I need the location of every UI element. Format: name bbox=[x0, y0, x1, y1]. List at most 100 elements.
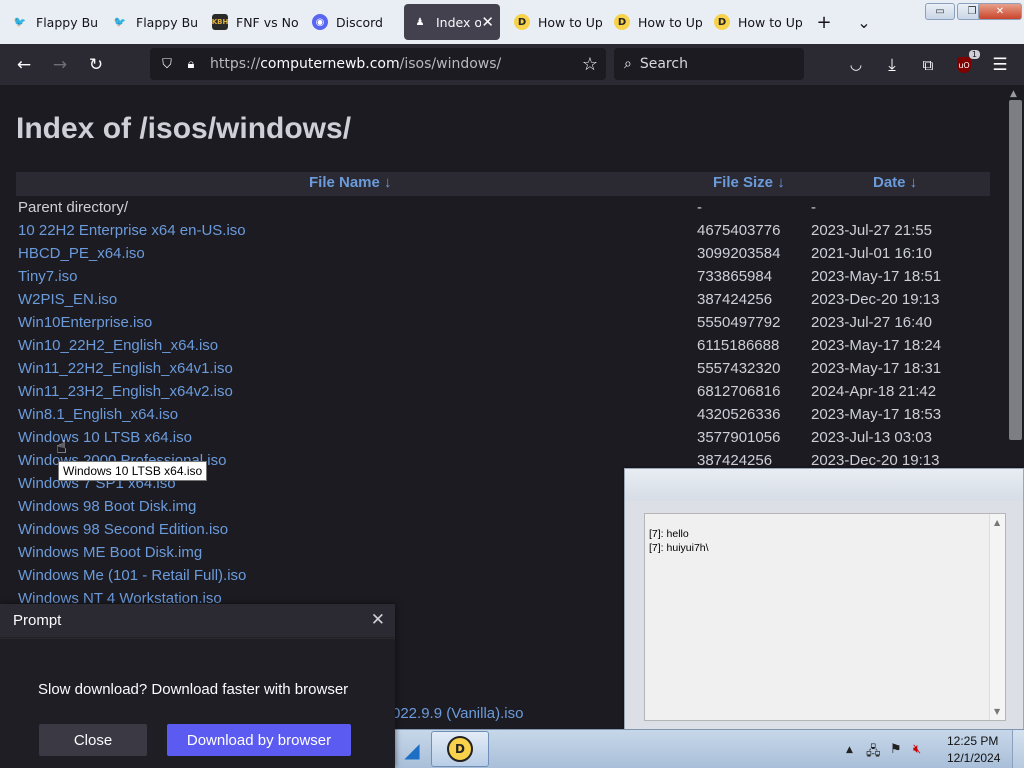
file-link[interactable]: Win10Enterprise.iso bbox=[18, 314, 152, 331]
ublock-extension-button[interactable]: uO 1 bbox=[951, 50, 980, 78]
tab-label: Discord bbox=[336, 14, 383, 30]
url-path: /isos/windows/ bbox=[399, 56, 502, 72]
file-link[interactable]: Win8.1_English_x64.iso bbox=[18, 406, 178, 423]
file-date: 2023-May-17 18:51 bbox=[811, 268, 942, 285]
url-text[interactable]: https://computernewb.com/isos/windows/ bbox=[210, 56, 501, 72]
link-tooltip: Windows 10 LTSB x64.iso bbox=[58, 461, 208, 481]
file-link[interactable]: Windows 98 Second Edition.iso bbox=[18, 521, 228, 538]
window-close-button[interactable]: ✕ bbox=[978, 3, 1022, 20]
scroll-up-icon[interactable]: ▲ bbox=[1010, 89, 1017, 99]
scroll-down-icon[interactable]: ▼ bbox=[994, 707, 1000, 716]
kbh-icon: KBH bbox=[212, 14, 228, 30]
console-window: [7]: hello [7]: huiyui7h\ ▲ ▼ bbox=[624, 468, 1024, 730]
console-titlebar[interactable] bbox=[625, 469, 1023, 501]
network-icon[interactable]: 🖧 bbox=[866, 742, 881, 764]
close-button[interactable]: Close bbox=[39, 724, 147, 756]
table-header: File Name ↓ File Size ↓ Date ↓ bbox=[16, 172, 990, 196]
download-by-browser-button[interactable]: Download by browser bbox=[167, 724, 351, 756]
file-link[interactable]: Win11_23H2_English_x64v2.iso bbox=[18, 383, 233, 400]
page-title: Index of /isos/windows/ bbox=[16, 112, 352, 145]
console-line: [7]: huiyui7h\ bbox=[649, 542, 709, 554]
new-tab-button[interactable]: + bbox=[812, 10, 836, 34]
tab-discord[interactable]: ◉ Discord bbox=[304, 4, 402, 40]
file-link[interactable]: HBCD_PE_x64.iso bbox=[18, 245, 145, 262]
file-size: 387424256 bbox=[697, 291, 773, 308]
extensions-icon[interactable]: ⧉ bbox=[915, 52, 941, 78]
downloads-icon[interactable]: ⤓ bbox=[879, 52, 905, 78]
file-link[interactable]: 10 22H2 Enterprise x64 en-US.iso bbox=[18, 222, 246, 239]
bookmark-star-icon[interactable]: ☆ bbox=[582, 54, 598, 75]
shield-icon[interactable]: ⛉ bbox=[156, 57, 178, 72]
file-link[interactable]: Windows 98 Boot Disk.img bbox=[18, 498, 196, 515]
tab-fnf[interactable]: KBH FNF vs No bbox=[204, 4, 302, 40]
clock-date[interactable]: 12/1/2024 bbox=[947, 751, 1000, 765]
taskbar-app-icon[interactable]: ◢ bbox=[395, 730, 429, 768]
flappy-icon: 🐦 bbox=[13, 16, 27, 28]
back-button[interactable]: ← bbox=[11, 52, 37, 78]
file-date: 2023-May-17 18:53 bbox=[811, 406, 942, 423]
menu-icon[interactable]: ☰ bbox=[987, 52, 1013, 78]
tab-flappy-2[interactable]: 🐦 Flappy Bu bbox=[104, 4, 202, 40]
scroll-thumb[interactable] bbox=[1009, 100, 1022, 440]
table-row: Windows 10 LTSB x64.iso 3577901056 2023-… bbox=[16, 426, 990, 449]
lock-icon[interactable]: 🔒︎ bbox=[180, 57, 202, 72]
console-scrollbar[interactable]: ▲ ▼ bbox=[989, 514, 1005, 720]
file-size: 6115186688 bbox=[697, 337, 780, 354]
file-link[interactable]: Windows Me (101 - Retail Full).iso bbox=[18, 567, 246, 584]
address-bar[interactable]: ⛉ 🔒︎ https://computernewb.com/isos/windo… bbox=[150, 48, 606, 80]
console-line: [7]: hello bbox=[649, 528, 689, 540]
file-size: 6812706816 bbox=[697, 383, 781, 400]
extension-badge: 1 bbox=[968, 50, 980, 59]
tray-expand-icon[interactable]: ▲ bbox=[846, 745, 853, 755]
list-tabs-button[interactable]: ⌄ bbox=[852, 10, 876, 34]
volume-muted-icon[interactable]: 🔇︎ bbox=[913, 742, 921, 757]
minimize-button[interactable]: ▭ bbox=[925, 3, 955, 20]
sort-date[interactable]: Date ↓ bbox=[873, 174, 917, 191]
file-link[interactable]: W2PIS_EN.iso bbox=[18, 291, 117, 308]
tab-howto-3[interactable]: D How to Up bbox=[706, 4, 802, 40]
forward-button[interactable]: → bbox=[47, 52, 73, 78]
close-icon[interactable]: ✕ bbox=[371, 610, 385, 630]
parent-directory-link[interactable]: Parent directory/ bbox=[18, 199, 128, 216]
file-link[interactable]: Windows 10 LTSB x64.iso bbox=[18, 429, 192, 446]
tab-label: How to Up bbox=[738, 14, 802, 30]
search-icon: ⌕ bbox=[624, 56, 632, 72]
sort-file-size[interactable]: File Size ↓ bbox=[713, 174, 785, 191]
file-size: 387424256 bbox=[697, 452, 773, 469]
file-size: 3577901056 bbox=[697, 429, 781, 446]
tab-howto-1[interactable]: D How to Up bbox=[506, 4, 602, 40]
search-input[interactable]: ⌕ Search bbox=[614, 48, 804, 80]
pocket-icon[interactable]: ◡ bbox=[843, 52, 869, 78]
tab-howto-2[interactable]: D How to Up bbox=[606, 4, 702, 40]
tab-index-active[interactable]: ♟ Index of ✕ bbox=[404, 4, 500, 40]
file-size: 5557432320 bbox=[697, 360, 781, 377]
close-tab-icon[interactable]: ✕ bbox=[481, 13, 494, 31]
reload-button[interactable]: ↻ bbox=[83, 52, 109, 78]
table-row: Win8.1_English_x64.iso 4320526336 2023-M… bbox=[16, 403, 990, 426]
flag-icon[interactable]: ⚑ bbox=[890, 742, 902, 757]
prompt-body: Slow download? Download faster with brow… bbox=[0, 639, 395, 768]
file-link[interactable]: 022.9.9 (Vanilla).iso bbox=[392, 705, 523, 722]
sort-file-name[interactable]: File Name ↓ bbox=[309, 174, 392, 191]
file-link[interactable]: Windows ME Boot Disk.img bbox=[18, 544, 202, 561]
prompt-message: Slow download? Download faster with brow… bbox=[38, 681, 349, 698]
file-date: 2024-Apr-18 21:42 bbox=[811, 383, 937, 400]
clock-time[interactable]: 12:25 PM bbox=[947, 734, 998, 748]
file-size: 4675403776 bbox=[697, 222, 781, 239]
tab-flappy-1[interactable]: 🐦 Flappy Bu bbox=[4, 4, 102, 40]
tab-label: FNF vs No bbox=[236, 14, 299, 30]
console-output[interactable]: [7]: hello [7]: huiyui7h\ ▲ ▼ bbox=[644, 513, 1006, 721]
hand-cursor-icon: ☝ bbox=[56, 437, 67, 458]
scroll-up-icon[interactable]: ▲ bbox=[994, 518, 1000, 527]
file-link[interactable]: Win11_22H2_English_x64v1.iso bbox=[18, 360, 233, 377]
flappy-icon: 🐦 bbox=[113, 16, 127, 28]
show-desktop-button[interactable] bbox=[1012, 730, 1024, 768]
file-link[interactable]: Tiny7.iso bbox=[18, 268, 77, 285]
file-link[interactable]: Win10_22H2_English_x64.iso bbox=[18, 337, 218, 354]
discord-icon: ◉ bbox=[312, 14, 328, 30]
table-row: Tiny7.iso 733865984 2023-May-17 18:51 bbox=[16, 265, 990, 288]
file-size: 3099203584 bbox=[697, 245, 781, 262]
howto-icon: D bbox=[514, 14, 530, 30]
table-row: W2PIS_EN.iso 387424256 2023-Dec-20 19:13 bbox=[16, 288, 990, 311]
taskbar-app-button[interactable]: D bbox=[431, 731, 489, 767]
